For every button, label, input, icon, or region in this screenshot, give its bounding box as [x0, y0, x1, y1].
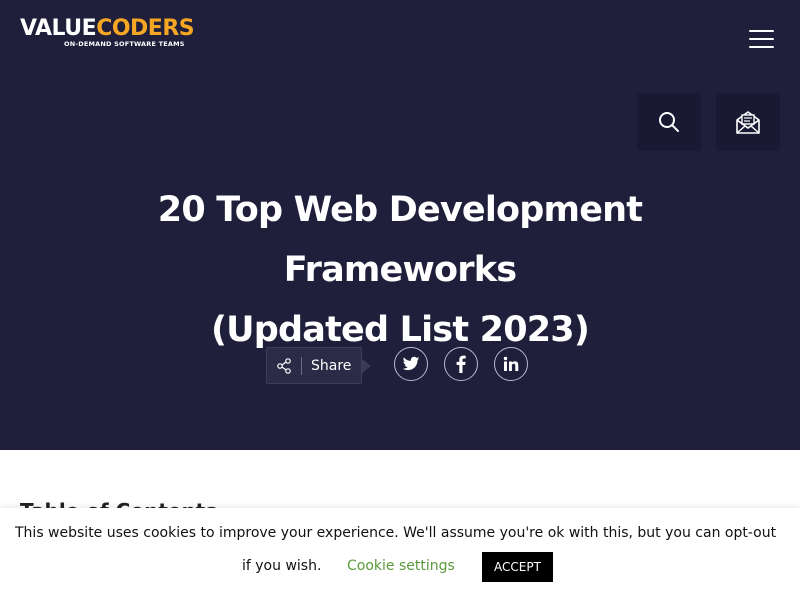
linkedin-icon	[503, 356, 519, 371]
contact-button[interactable]	[716, 93, 780, 151]
logo-part-coders: CODERS	[96, 16, 195, 41]
share-icon	[267, 357, 301, 374]
cookie-message-end: if you wish.	[242, 558, 322, 574]
logo-part-value: VALUE	[20, 16, 97, 41]
logo[interactable]: VALUECODERS ON-DEMAND SOFTWARE TEAMS	[20, 16, 195, 48]
share-button[interactable]: Share	[266, 347, 362, 384]
page-title-line1: 20 Top Web Development Frameworks	[157, 190, 643, 290]
envelope-icon	[736, 111, 760, 134]
hamburger-icon[interactable]	[745, 26, 775, 52]
logo-tagline: ON-DEMAND SOFTWARE TEAMS	[64, 40, 185, 48]
page-title-line2: (Updated List 2023)	[210, 310, 590, 350]
search-icon	[659, 112, 679, 132]
facebook-share-button[interactable]	[444, 347, 478, 381]
cookie-settings-link[interactable]: Cookie settings	[347, 556, 455, 576]
page-title: 20 Top Web Development Frameworks (Updat…	[40, 180, 760, 360]
cookie-message: This website uses cookies to improve you…	[15, 525, 777, 541]
linkedin-share-button[interactable]	[494, 347, 528, 381]
facebook-icon	[456, 355, 466, 373]
accept-cookies-button[interactable]: ACCEPT	[482, 552, 553, 582]
share-divider	[301, 356, 302, 375]
share-label: Share	[311, 357, 352, 374]
share-pointer	[362, 359, 371, 373]
twitter-icon	[402, 356, 420, 371]
hero-banner: VALUECODERS ON-DEMAND SOFTWARE TEAMS 20 …	[0, 0, 800, 450]
cookie-banner: This website uses cookies to improve you…	[0, 508, 800, 600]
twitter-share-button[interactable]	[394, 347, 428, 381]
logo-wordmark: VALUECODERS	[20, 16, 195, 42]
search-button[interactable]	[637, 93, 701, 151]
